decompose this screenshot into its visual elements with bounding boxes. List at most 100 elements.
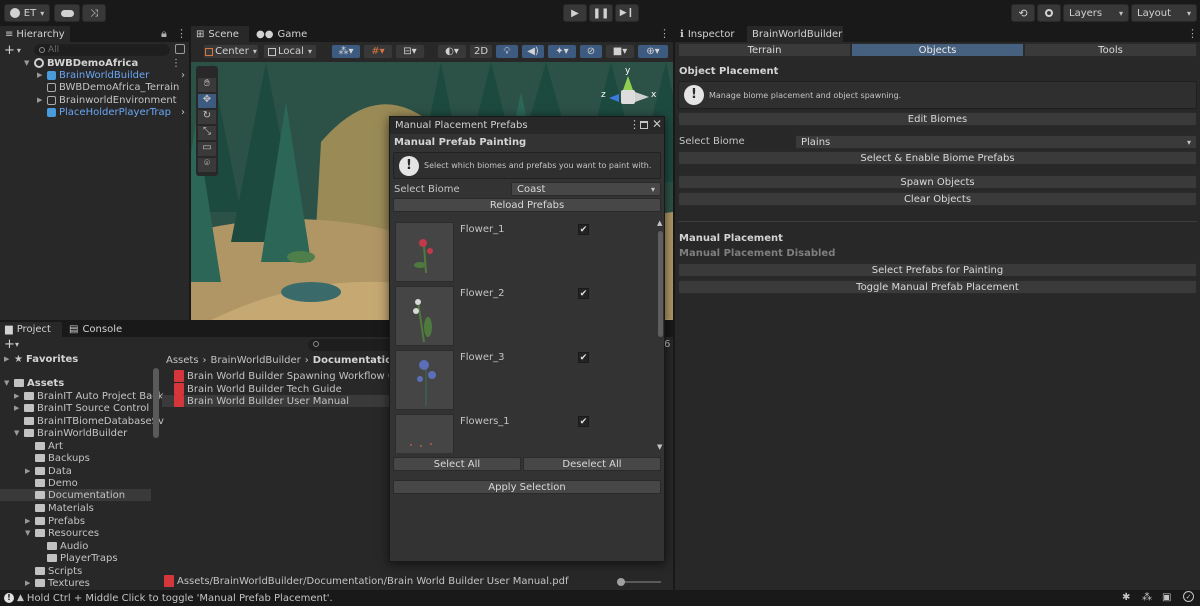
chevron-up-icon[interactable]: ▲ — [657, 219, 662, 227]
toggle-manual-placement-button[interactable]: Toggle Manual Prefab Placement — [678, 280, 1197, 294]
chevron-right-icon[interactable]: ▶ — [14, 404, 24, 412]
hidden-objects-toggle[interactable]: ⊘ — [579, 44, 603, 59]
subtab-tools[interactable]: Tools — [1024, 43, 1197, 57]
status-message[interactable]: Hold Ctrl + Middle Click to toggle 'Manu… — [27, 593, 333, 604]
chevron-down-icon[interactable]: ▾ — [15, 340, 19, 349]
breadcrumb-item[interactable]: Assets — [166, 355, 199, 366]
scene-visibility-icon[interactable] — [175, 44, 185, 54]
prefab-list-scrollbar[interactable]: ▲ ▼ — [655, 217, 664, 453]
tree-item[interactable]: BrainITBiomeDatabaseSv — [24, 415, 164, 427]
align-button[interactable]: ⊟▾ — [395, 44, 425, 59]
subtab-terrain[interactable]: Terrain — [678, 43, 851, 57]
mpp-titlebar[interactable]: Manual Placement Prefabs ⋮ ✕ — [390, 117, 664, 134]
tree-item-selected[interactable]: Documentation — [0, 489, 151, 501]
select-biome-dropdown[interactable]: Plains ▾ — [795, 135, 1197, 149]
reload-prefabs-button[interactable]: Reload Prefabs — [393, 198, 661, 212]
chevron-down-icon[interactable]: ▼ — [657, 443, 662, 451]
pivot-dropdown[interactable]: Center ▾ — [203, 44, 259, 59]
hierarchy-row-scene[interactable]: ▼ BWBDemoAfrica ⋮ — [0, 57, 189, 69]
kebab-menu-icon[interactable]: ⋮ — [629, 118, 640, 131]
chevron-down-icon[interactable]: ▼ — [14, 429, 24, 437]
layers-dropdown[interactable]: Layers ▾ — [1063, 4, 1129, 22]
tree-item[interactable]: PlayerTraps — [47, 552, 118, 564]
clear-objects-button[interactable]: Clear Objects — [678, 192, 1197, 206]
chevron-right-icon[interactable]: ▶ — [4, 355, 14, 363]
version-control-button[interactable]: ⤨ — [82, 4, 106, 22]
bug-icon[interactable]: ✱ — [1122, 592, 1130, 603]
tab-hierarchy[interactable]: ≡ Hierarchy — [0, 26, 70, 42]
apply-selection-button[interactable]: Apply Selection — [393, 480, 661, 494]
tree-scrollbar[interactable] — [153, 368, 159, 438]
hierarchy-row-playertrap[interactable]: PlaceHolderPlayerTrap › — [0, 106, 189, 118]
chevron-down-icon[interactable]: ▼ — [4, 379, 14, 387]
list-item[interactable]: Flowers_1 ✔ — [390, 414, 655, 453]
effects-toggle[interactable]: ✦▾ — [547, 44, 577, 59]
chevron-right-icon[interactable]: ▶ — [25, 517, 35, 525]
pause-button[interactable]: ❚❚ — [589, 4, 613, 22]
kebab-menu-icon[interactable]: ⋮ — [659, 27, 670, 40]
chevron-right-icon[interactable]: ▶ — [25, 467, 35, 475]
chevron-right-icon[interactable]: ▶ — [25, 579, 35, 587]
tree-item[interactable]: ▼ Resources — [25, 527, 99, 539]
tree-item[interactable]: ▶ Data — [25, 465, 72, 477]
step-button[interactable]: ▶❙ — [615, 4, 639, 22]
lighting-toggle[interactable]: 💡︎ — [495, 44, 519, 59]
tree-item[interactable]: ▶ Prefabs — [25, 515, 85, 527]
tab-scene[interactable]: ⊞ Scene — [191, 26, 249, 42]
tree-item[interactable]: Scripts — [35, 565, 82, 577]
network-icon[interactable]: ⁂ — [1142, 592, 1152, 603]
slider-thumb[interactable] — [617, 578, 625, 586]
account-dropdown[interactable]: ET ▾ — [4, 4, 50, 22]
chevron-right-icon[interactable]: ▶ — [14, 392, 24, 400]
hand-tool[interactable]: ✋︎ — [198, 78, 216, 92]
chevron-right-icon[interactable]: ▶ — [37, 96, 47, 104]
lock-icon[interactable]: 🔒︎ — [161, 27, 167, 41]
chevron-down-icon[interactable]: ▼ — [24, 59, 34, 67]
file-row[interactable]: Brain World Builder Spawning Workflow Gu… — [174, 370, 411, 382]
assets-row[interactable]: ▼ Assets — [4, 377, 64, 389]
subtab-objects[interactable]: Objects — [851, 43, 1024, 57]
check-circle-icon[interactable]: ✓ — [1183, 591, 1194, 602]
layout-dropdown[interactable]: Layout ▾ — [1131, 4, 1197, 22]
space-dropdown[interactable]: Local ▾ — [263, 44, 317, 59]
move-tool[interactable]: ✥ — [198, 94, 216, 108]
chevron-right-icon[interactable]: › — [181, 107, 185, 118]
scale-tool[interactable]: ⤡ — [198, 126, 216, 140]
deselect-all-button[interactable]: Deselect All — [523, 457, 661, 471]
maximize-icon[interactable] — [640, 121, 648, 129]
tree-item[interactable]: ▶ BrainIT Auto Project Back — [14, 390, 164, 402]
kebab-menu-icon[interactable]: ⋮ — [1187, 27, 1198, 40]
tree-item[interactable]: ▶ Textures — [25, 577, 90, 589]
transform-tool[interactable]: ⌾ — [198, 158, 216, 172]
tree-item[interactable]: ▼ BrainWorldBuilder — [14, 427, 127, 439]
kebab-menu-icon[interactable]: ⋮ — [171, 58, 181, 69]
hierarchy-row-brainworldbuilder[interactable]: ▶ BrainWorldBuilder › — [0, 69, 189, 81]
chevron-right-icon[interactable]: ▶ — [37, 71, 47, 79]
tab-game[interactable]: ●● Game — [251, 26, 307, 42]
list-item[interactable]: Flower_2 ✔ — [390, 286, 655, 348]
chevron-down-icon[interactable]: ▼ — [25, 529, 35, 537]
prefab-checkbox[interactable]: ✔ — [578, 416, 589, 427]
tree-item[interactable]: Art — [35, 440, 63, 452]
kebab-menu-icon[interactable]: ⋮ — [176, 27, 187, 40]
edit-biomes-button[interactable]: Edit Biomes — [678, 112, 1197, 126]
breadcrumb-item-current[interactable]: Documentation — [313, 355, 399, 366]
add-icon[interactable]: + — [4, 337, 15, 352]
prefab-checkbox[interactable]: ✔ — [578, 352, 589, 363]
breadcrumb-item[interactable]: BrainWorldBuilder — [211, 355, 301, 366]
hierarchy-search-input[interactable]: All — [34, 44, 170, 56]
list-item[interactable]: Flower_3 ✔ — [390, 350, 655, 412]
cloud-button[interactable] — [54, 4, 80, 22]
tab-console[interactable]: ▤ Console — [64, 322, 126, 337]
tree-item[interactable]: ▶ BrainIT Source Control — [14, 402, 149, 414]
list-item[interactable]: Flower_1 ✔ — [390, 222, 655, 284]
gizmos-button[interactable]: ⊕▾ — [637, 44, 669, 59]
select-prefabs-painting-button[interactable]: Select Prefabs for Painting — [678, 263, 1197, 277]
favorites-row[interactable]: ▶ ★ Favorites — [4, 353, 78, 365]
audio-toggle[interactable]: ◀) — [521, 44, 545, 59]
file-row-selected[interactable]: Brain World Builder User Manual — [162, 395, 389, 407]
speaker-icon[interactable]: ▣ — [1162, 592, 1171, 603]
chevron-right-icon[interactable]: › — [181, 70, 185, 81]
file-row[interactable]: Brain World Builder Tech Guide — [174, 383, 342, 395]
increment-snap-button[interactable]: #▾ — [363, 44, 393, 59]
